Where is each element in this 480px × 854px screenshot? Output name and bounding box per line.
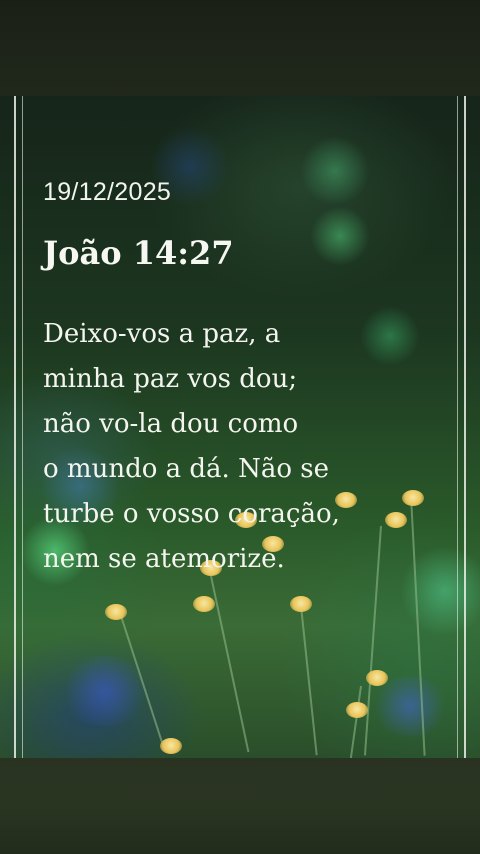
bokeh-light xyxy=(310,206,370,266)
yellow-flower xyxy=(366,670,388,686)
verse-line: o mundo a dá. Não se xyxy=(43,454,329,484)
frame-border-left-inner xyxy=(22,96,23,758)
frame-border-right-outer xyxy=(464,96,466,758)
top-letterbox xyxy=(0,0,480,96)
verse-line: nem se atemorize. xyxy=(43,544,285,574)
verse-reference: João 14:27 xyxy=(43,234,234,272)
verse-line: minha paz vos dou; xyxy=(43,364,298,394)
plant-stem xyxy=(300,605,318,756)
yellow-flower xyxy=(290,596,312,612)
plant-stem xyxy=(348,685,362,758)
bottom-letterbox xyxy=(0,758,480,854)
yellow-flower xyxy=(105,604,127,620)
bokeh-light xyxy=(300,136,370,206)
post-screen: 19/12/2025 João 14:27 Deixo-vos a paz, a… xyxy=(0,0,480,854)
yellow-flower xyxy=(346,702,368,718)
frame-border-right-inner xyxy=(457,96,458,758)
verse-line: turbe o vosso coração, xyxy=(43,499,340,529)
yellow-flower xyxy=(160,738,182,754)
verse-line: não vo-la dou como xyxy=(43,409,299,439)
post-date: 19/12/2025 xyxy=(43,178,172,206)
verse-line: Deixo-vos a paz, a xyxy=(43,319,281,349)
plant-stem xyxy=(210,575,250,753)
frame-border-left-outer xyxy=(14,96,16,758)
verse-text: Deixo-vos a paz, a minha paz vos dou; nã… xyxy=(43,312,443,582)
yellow-flower xyxy=(193,596,215,612)
